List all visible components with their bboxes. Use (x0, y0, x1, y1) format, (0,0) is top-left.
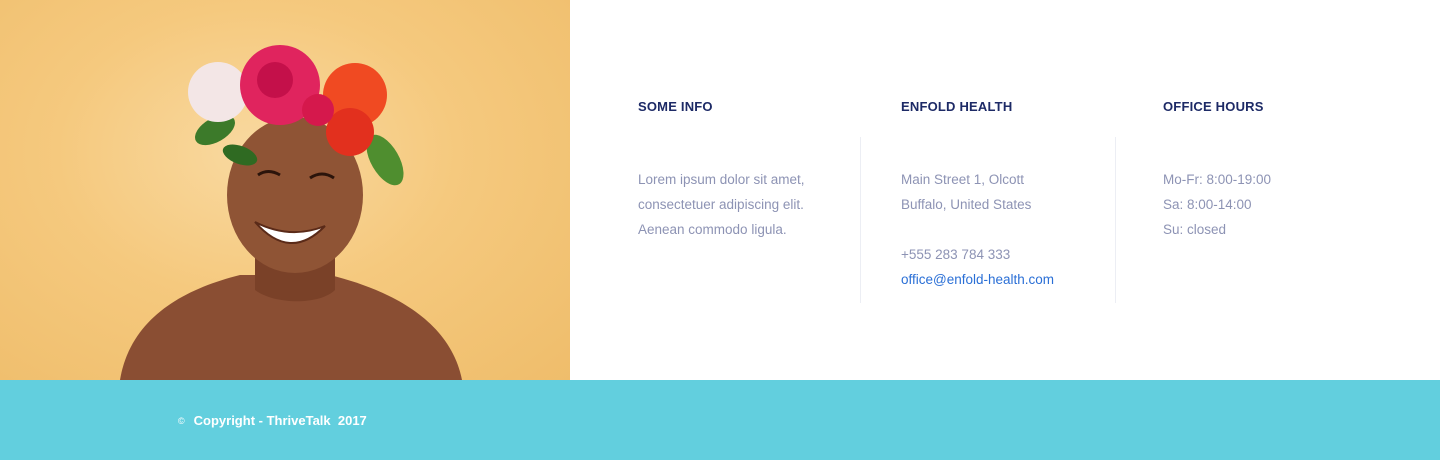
some-info-column: SOME INFO Lorem ipsum dolor sit amet, co… (638, 98, 860, 242)
office-hours-column: OFFICE HOURS Mo-Fr: 8:00-19:00 Sa: 8:00-… (1163, 98, 1363, 242)
text-line: consectetuer adipiscing elit. (638, 197, 804, 212)
woman-with-flower-crown-illustration (120, 45, 462, 380)
hours-line: Mo-Fr: 8:00-19:00 (1163, 172, 1272, 187)
info-section: SOME INFO Lorem ipsum dolor sit amet, co… (570, 0, 1440, 380)
copyright-notice: © Copyright - ThriveTalk 2017 (178, 412, 367, 431)
address-line: Buffalo, United States (901, 197, 1032, 212)
hours-line: Sa: 8:00-14:00 (1163, 197, 1252, 212)
hero-photo (0, 0, 570, 380)
some-info-heading: SOME INFO (638, 99, 713, 114)
office-hours-heading: OFFICE HOURS (1163, 99, 1264, 114)
text-line: Lorem ipsum dolor sit amet, (638, 172, 805, 187)
column-divider (860, 137, 861, 303)
some-info-text: Lorem ipsum dolor sit amet, consectetuer… (638, 167, 860, 242)
email-link[interactable]: office@enfold-health.com (901, 272, 1054, 287)
column-divider (1115, 137, 1116, 303)
hours-line: Su: closed (1163, 222, 1227, 237)
enfold-health-heading: ENFOLD HEALTH (901, 99, 1013, 114)
address-line: Main Street 1, Olcott (901, 172, 1025, 187)
office-hours-list: Mo-Fr: 8:00-19:00 Sa: 8:00-14:00 Su: clo… (1163, 167, 1363, 242)
copyright-icon: © (178, 416, 185, 426)
phone-number: +555 283 784 333 (901, 247, 1011, 262)
footer-bar: © Copyright - ThriveTalk 2017 (0, 380, 1440, 460)
contact-details: Main Street 1, Olcott Buffalo, United St… (901, 167, 1115, 292)
enfold-health-column: ENFOLD HEALTH Main Street 1, Olcott Buff… (901, 98, 1115, 292)
text-line: Aenean commodo ligula. (638, 222, 787, 237)
copyright-text: Copyright - ThriveTalk 2017 (193, 413, 367, 428)
